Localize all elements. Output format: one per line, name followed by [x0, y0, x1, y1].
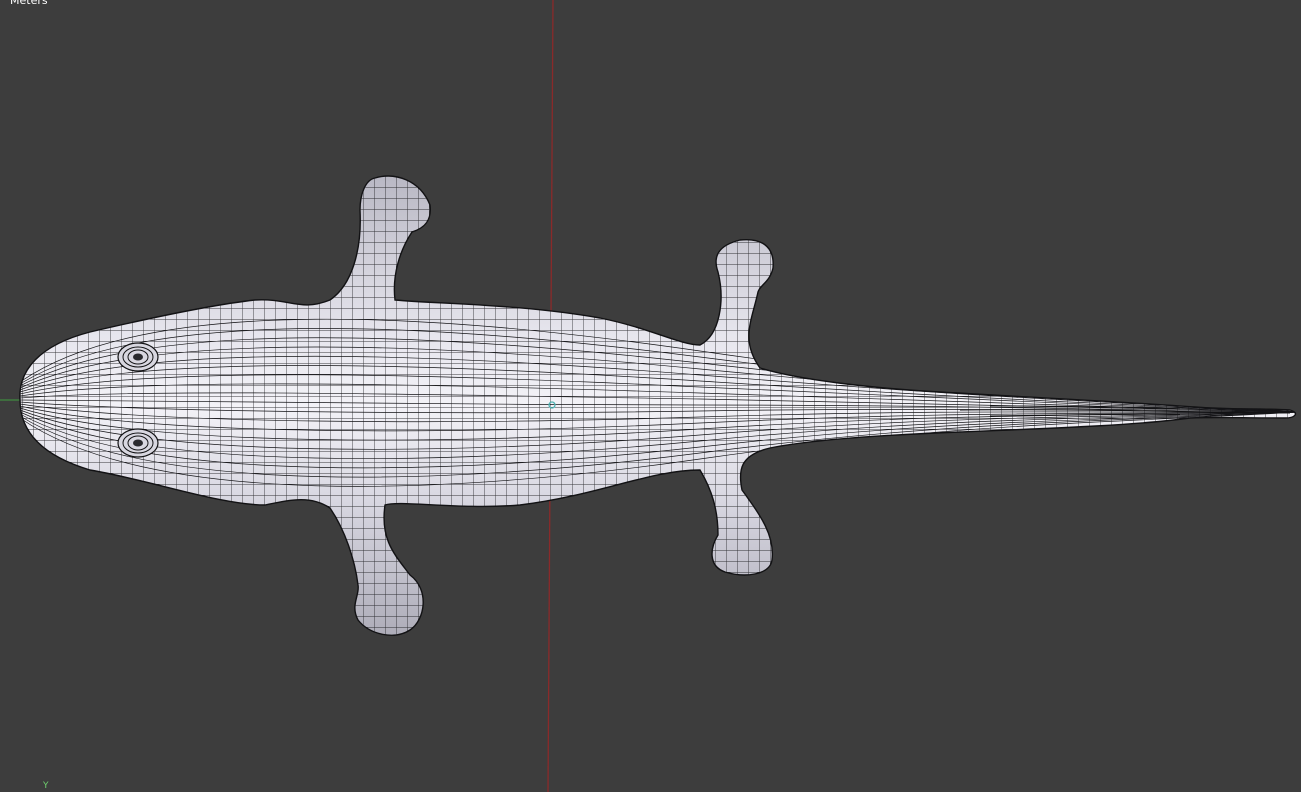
lizard-mesh[interactable]: [0, 150, 1301, 650]
3d-viewport[interactable]: Meters Y: [0, 0, 1301, 792]
viewport-canvas[interactable]: [0, 0, 1301, 792]
wireframe-overlay: [19, 176, 1296, 636]
right-eye: [117, 428, 159, 458]
grid-unit-label: Meters: [10, 0, 48, 7]
left-eye: [117, 342, 159, 372]
axis-indicator-y-label: Y: [43, 781, 49, 791]
